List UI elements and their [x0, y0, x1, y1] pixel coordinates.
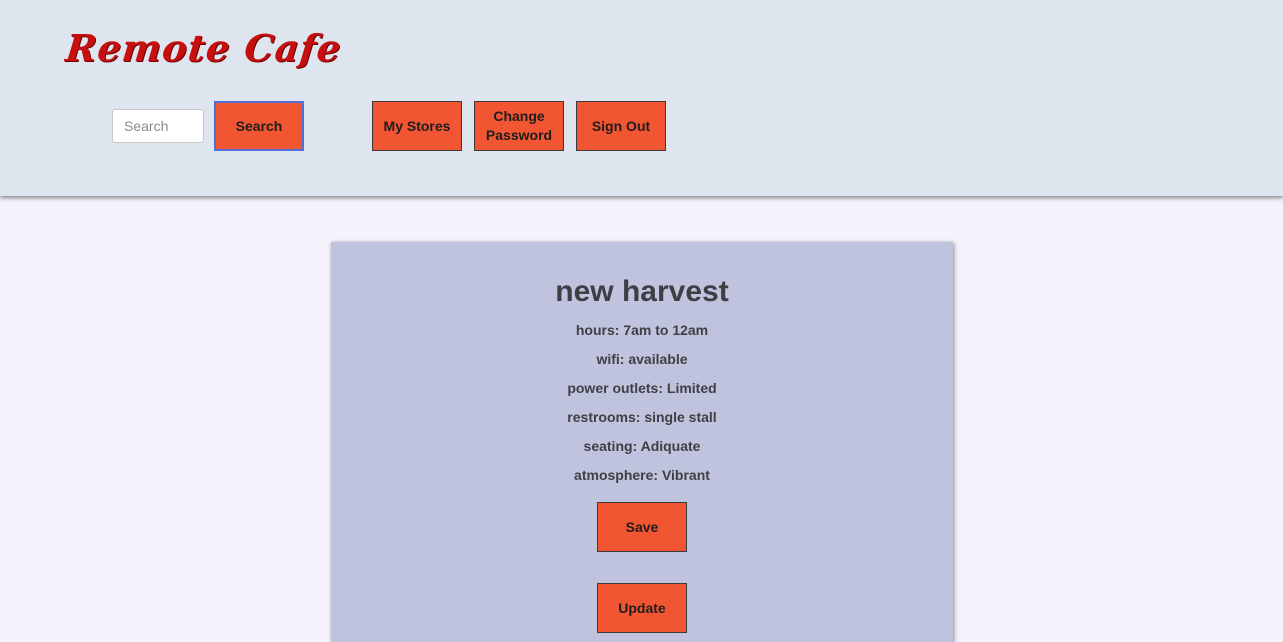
top-header: Remote Cafe Search My Stores Change Pass…: [0, 0, 1283, 196]
search-button[interactable]: Search: [214, 101, 304, 151]
store-wifi: wifi: available: [596, 351, 688, 367]
store-restrooms: restrooms: single stall: [567, 409, 717, 425]
sign-out-button[interactable]: Sign Out: [576, 101, 666, 151]
save-button[interactable]: Save: [597, 502, 687, 552]
update-button[interactable]: Update: [597, 583, 687, 633]
store-atmosphere: atmosphere: Vibrant: [574, 467, 710, 483]
app-logo[interactable]: Remote Cafe: [64, 26, 344, 70]
store-name: new harvest: [555, 275, 729, 308]
my-stores-button[interactable]: My Stores: [372, 101, 462, 151]
store-card: new harvest hours: 7am to 12am wifi: ava…: [331, 242, 953, 642]
store-seating: seating: Adiquate: [583, 438, 701, 454]
search-input[interactable]: [112, 109, 204, 143]
store-power-outlets: power outlets: Limited: [567, 380, 717, 396]
store-hours: hours: 7am to 12am: [575, 322, 709, 338]
change-password-button[interactable]: Change Password: [474, 101, 564, 151]
